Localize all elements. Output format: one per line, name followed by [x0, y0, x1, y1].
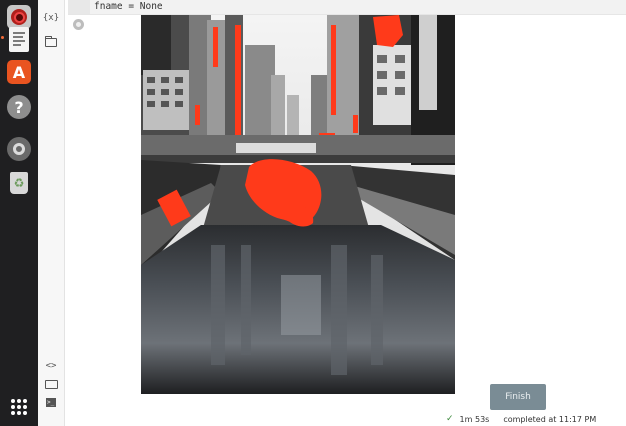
running-indicator: [1, 36, 4, 39]
completed-time: completed at 11:17 PM: [503, 414, 597, 424]
files-folder-icon[interactable]: [43, 35, 59, 49]
code-text[interactable]: fname = None: [94, 0, 163, 13]
trash-glyph: ♻: [10, 172, 28, 194]
command-palette-icon[interactable]: [43, 377, 59, 391]
show-applications-icon[interactable]: [5, 393, 33, 421]
finish-button[interactable]: Finish: [490, 384, 546, 410]
libreoffice-writer-icon[interactable]: [5, 25, 33, 53]
help-icon[interactable]: ?: [5, 93, 33, 121]
launcher: A ? ♻: [0, 0, 38, 426]
execution-status: ✓ 1m 53s completed at 11:17 PM: [446, 413, 596, 425]
variables-icon[interactable]: {x}: [43, 11, 59, 25]
trash-icon[interactable]: ♻: [5, 169, 33, 197]
ubuntu-software-glyph: A: [7, 60, 31, 84]
side-panel-rail: {x} <> >_: [38, 0, 65, 426]
execution-duration: 1m 53s: [459, 414, 490, 424]
success-check-icon: ✓: [446, 414, 454, 424]
cell-run-gutter[interactable]: [68, 0, 90, 14]
settings-icon[interactable]: [5, 135, 33, 163]
code-snippets-icon[interactable]: <>: [43, 359, 59, 373]
output-avatar-icon: [73, 19, 84, 30]
ubuntu-software-icon[interactable]: A: [5, 58, 33, 86]
code-cell[interactable]: fname = None: [68, 0, 626, 15]
terminal-icon[interactable]: >_: [43, 395, 59, 409]
help-glyph: ?: [7, 95, 31, 119]
output-image: [141, 15, 455, 394]
